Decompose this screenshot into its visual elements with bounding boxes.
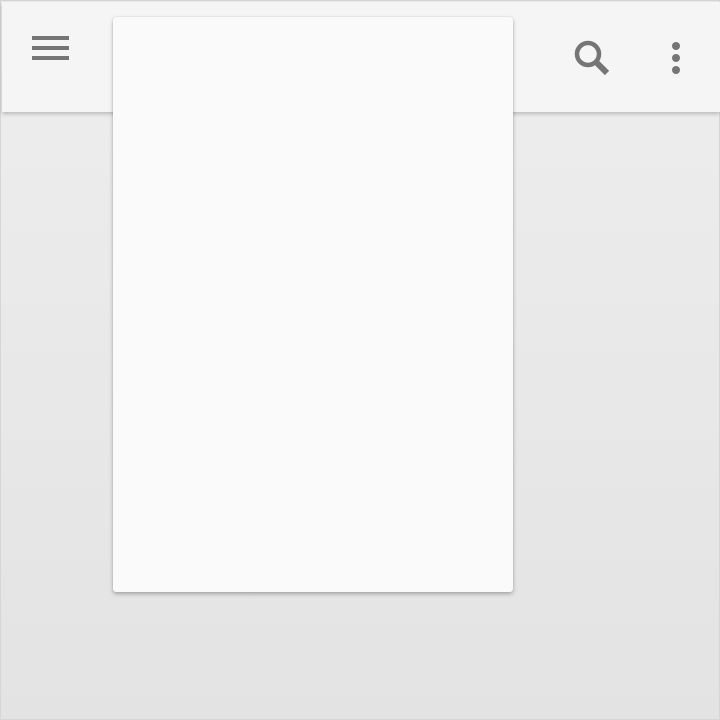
menu-button[interactable] [32,36,84,80]
search-button[interactable] [566,32,618,84]
search-icon [566,32,618,84]
app-window [0,0,720,720]
dropdown-menu-panel[interactable] [113,17,513,592]
menu-icon [32,36,84,62]
more-vert-icon [656,32,696,84]
more-options-button[interactable] [656,32,696,84]
